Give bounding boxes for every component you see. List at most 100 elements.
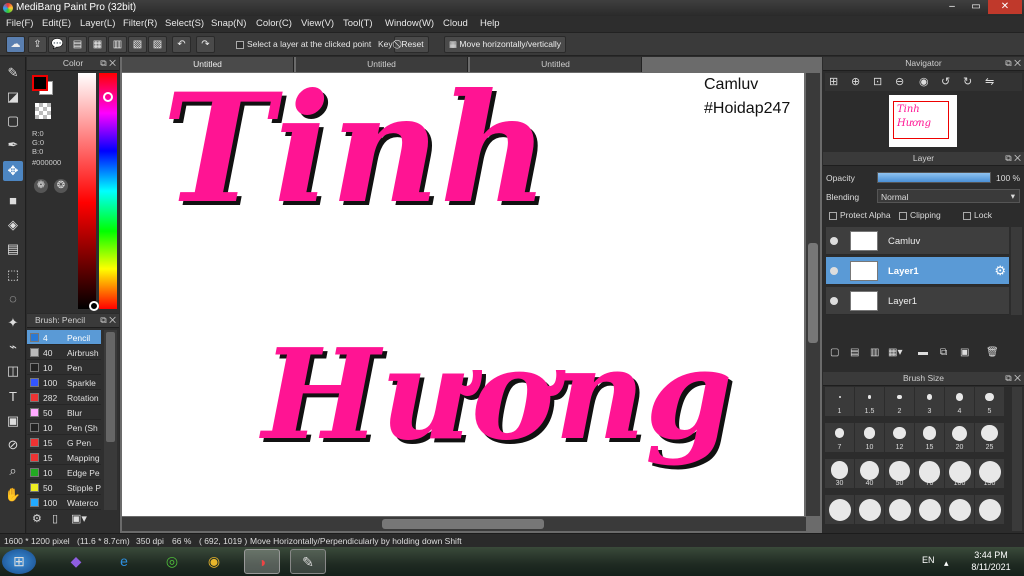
tray-arrow-icon[interactable]: ▴: [944, 558, 949, 569]
text-tool-icon[interactable]: T: [3, 387, 23, 407]
move-tool-icon[interactable]: ✥: [3, 161, 23, 181]
brush-size-cell[interactable]: 15: [915, 423, 944, 452]
layer-row[interactable]: Layer1: [826, 287, 1009, 315]
duplicate-layer-icon[interactable]: ⧉: [940, 347, 947, 358]
brush-size-cell[interactable]: 30: [825, 459, 854, 488]
magic-wand-tool-icon[interactable]: ✦: [3, 313, 23, 333]
protect-alpha-checkbox[interactable]: [829, 211, 837, 220]
navigator-preview[interactable]: Tinh Hương: [889, 95, 957, 147]
menu-window[interactable]: Window(W): [385, 18, 434, 29]
brush-size-cell[interactable]: [825, 495, 854, 524]
brush-size-cell[interactable]: 40: [855, 459, 884, 488]
new-8bit-layer-icon[interactable]: ▥: [870, 347, 879, 358]
menu-tool[interactable]: Tool(T): [343, 18, 373, 29]
brush-list-scrollbar[interactable]: [104, 330, 117, 510]
menu-snap[interactable]: Snap(N): [211, 18, 246, 29]
vertical-scroll-thumb[interactable]: [808, 243, 818, 343]
gear-icon[interactable]: ⚙: [994, 263, 1006, 279]
brush-item[interactable]: 40 Airbrush: [27, 345, 101, 360]
hand-tool-icon[interactable]: ✋: [3, 485, 23, 505]
flip-icon[interactable]: ⇋: [985, 75, 994, 88]
vertical-scrollbar[interactable]: [806, 73, 820, 516]
panel-close-icon[interactable]: ⧉ ✕: [1005, 152, 1021, 165]
zoom-out-icon[interactable]: ⊖: [895, 75, 904, 88]
brush-item[interactable]: 282 Rotation: [27, 390, 101, 405]
brush-size-cell[interactable]: 100: [945, 459, 974, 488]
menu-layer[interactable]: Layer(L): [80, 18, 115, 29]
visual-studio-icon[interactable]: ◆: [58, 549, 94, 574]
brush-tool-icon[interactable]: ✎: [3, 63, 23, 83]
rotate-left-icon[interactable]: ↺: [941, 75, 950, 88]
palette-add-icon[interactable]: ❂: [54, 179, 68, 193]
layout-icon[interactable]: ▥: [108, 36, 127, 53]
document-icon[interactable]: ▦: [88, 36, 107, 53]
brush-size-cell[interactable]: 25: [975, 423, 1004, 452]
grid-icon[interactable]: ▧: [128, 36, 147, 53]
brush-size-cell[interactable]: 150: [975, 459, 1004, 488]
brush-size-cell[interactable]: 2: [885, 387, 914, 416]
brush-size-scrollbar[interactable]: [1012, 387, 1022, 531]
minimize-button[interactable]: –: [940, 0, 964, 14]
hue-cursor[interactable]: [103, 92, 113, 102]
layer-row[interactable]: Layer1 ⚙: [826, 257, 1009, 285]
new-1bit-layer-icon[interactable]: ▦▾: [888, 347, 902, 358]
brush-size-cell[interactable]: 7: [825, 423, 854, 452]
brush-size-cell[interactable]: 70: [915, 459, 944, 488]
new-brush-icon[interactable]: ▯: [52, 512, 66, 526]
brush-size-cell[interactable]: 4: [945, 387, 974, 416]
hue-bar[interactable]: [99, 73, 117, 309]
brush-size-cell[interactable]: [915, 495, 944, 524]
delete-layer-icon[interactable]: 🗑: [986, 347, 999, 358]
brush-item[interactable]: 10 Pen (Sh: [27, 420, 101, 435]
merge-layer-icon[interactable]: ▣: [960, 347, 969, 358]
reset-button[interactable]: ⃠ Reset: [394, 36, 429, 53]
eraser-tool-icon[interactable]: ◪: [3, 87, 23, 107]
message-icon[interactable]: ▤: [68, 36, 87, 53]
lock-checkbox[interactable]: [963, 211, 971, 220]
brush-item[interactable]: 100 Waterco: [27, 495, 101, 510]
brush-size-cell[interactable]: 5: [975, 387, 1004, 416]
bucket-tool-icon[interactable]: ◈: [3, 215, 23, 235]
visibility-icon[interactable]: [830, 267, 838, 275]
share-icon[interactable]: ⇪: [28, 36, 47, 53]
select-layer-option[interactable]: Select a layer at the clicked point: [236, 39, 371, 49]
coc-coc-icon[interactable]: ◎: [154, 549, 190, 574]
select-pen-tool-icon[interactable]: ⌁: [3, 337, 23, 357]
brush-item[interactable]: 50 Stipple P: [27, 480, 101, 495]
brush-size-cell[interactable]: 3: [915, 387, 944, 416]
clipping-option[interactable]: Clipping: [899, 210, 941, 220]
brush-size-cell[interactable]: 10: [855, 423, 884, 452]
select-rect-tool-icon[interactable]: ⬚: [3, 265, 23, 285]
brush-item[interactable]: 50 Blur: [27, 405, 101, 420]
undo-icon[interactable]: ↶: [172, 36, 191, 53]
rotate-right-icon[interactable]: ↻: [963, 75, 972, 88]
eyedropper-tool-icon[interactable]: ⊘: [3, 435, 23, 455]
drawing-canvas[interactable]: Tinh Tinh Hương Hương Camluv #Hoidap247: [122, 73, 804, 516]
select-eraser-tool-icon[interactable]: ◫: [3, 361, 23, 381]
divide-tool-icon[interactable]: ▣: [3, 411, 23, 431]
brush-size-cell[interactable]: 20: [945, 423, 974, 452]
horizontal-scrollbar[interactable]: [122, 517, 806, 531]
zoom-fit-icon[interactable]: ⊞: [829, 75, 838, 88]
gradient-tool-icon[interactable]: ▤: [3, 239, 23, 259]
palette-icon[interactable]: ❁: [34, 179, 48, 193]
new-halftone-layer-icon[interactable]: ▤: [850, 347, 859, 358]
blending-select[interactable]: Normal ▾: [877, 189, 1020, 203]
brush-item[interactable]: 10 Edge Pe: [27, 465, 101, 480]
menu-file[interactable]: File(F): [6, 18, 33, 29]
menu-cloud[interactable]: Cloud: [443, 18, 468, 29]
redo-icon[interactable]: ↷: [196, 36, 215, 53]
brush-size-cell[interactable]: 1.5: [855, 387, 884, 416]
horizontal-scroll-thumb[interactable]: [382, 519, 544, 529]
brush-settings-icon[interactable]: ⚙: [32, 512, 46, 526]
opacity-slider[interactable]: [877, 172, 991, 183]
move-hv-button[interactable]: ▦ Move horizontally/vertically: [444, 36, 566, 53]
folder-icon[interactable]: ▬: [918, 347, 928, 358]
panel-icon[interactable]: ▨: [148, 36, 167, 53]
value-cursor[interactable]: [89, 301, 99, 311]
brush-size-cell[interactable]: [975, 495, 1004, 524]
layer-row[interactable]: Camluv: [826, 227, 1009, 255]
add-brush-icon[interactable]: ▣▾: [71, 512, 91, 526]
menu-edit[interactable]: Edit(E): [42, 18, 71, 29]
brush-size-cell[interactable]: 50: [885, 459, 914, 488]
